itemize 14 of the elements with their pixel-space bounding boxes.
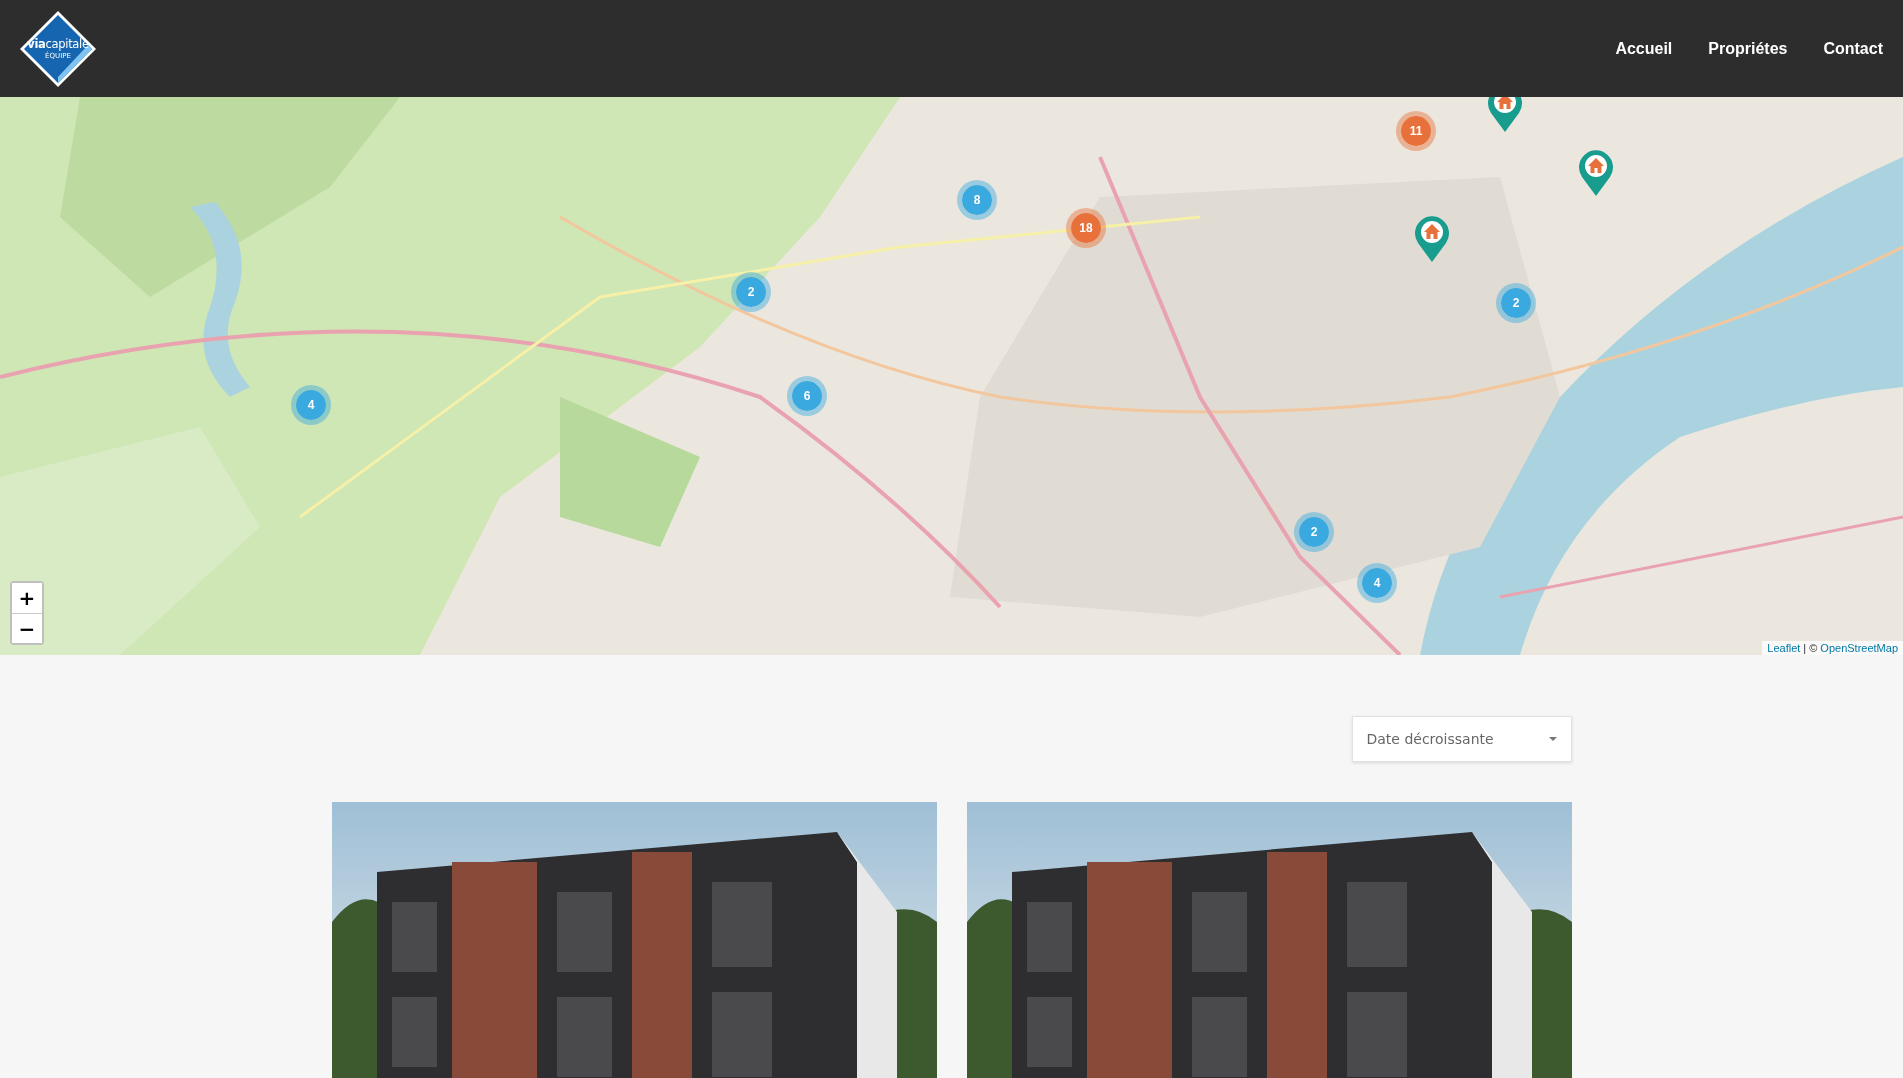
sort-dropdown[interactable]: Date décroissante (1351, 716, 1572, 762)
house-pin-icon[interactable] (1487, 97, 1523, 133)
house-pin-icon[interactable] (1414, 215, 1450, 263)
attribution-separator: | © (1803, 642, 1818, 654)
nav-link[interactable]: Accueil (1615, 39, 1673, 58)
nav-link[interactable]: Contact (1823, 39, 1883, 58)
caret-icon (1548, 737, 1557, 741)
photo-placeholder[interactable] (966, 802, 1572, 1078)
photo-placeholder[interactable] (331, 802, 937, 1078)
house-pin-icon[interactable] (1578, 149, 1614, 197)
zoom-out-button[interactable]: − (12, 613, 42, 643)
nav-link[interactable]: Propriétes (1708, 39, 1788, 58)
attribution-link[interactable]: OpenStreetMap (1820, 642, 1898, 654)
attribution-link[interactable]: Leaflet (1767, 642, 1801, 654)
